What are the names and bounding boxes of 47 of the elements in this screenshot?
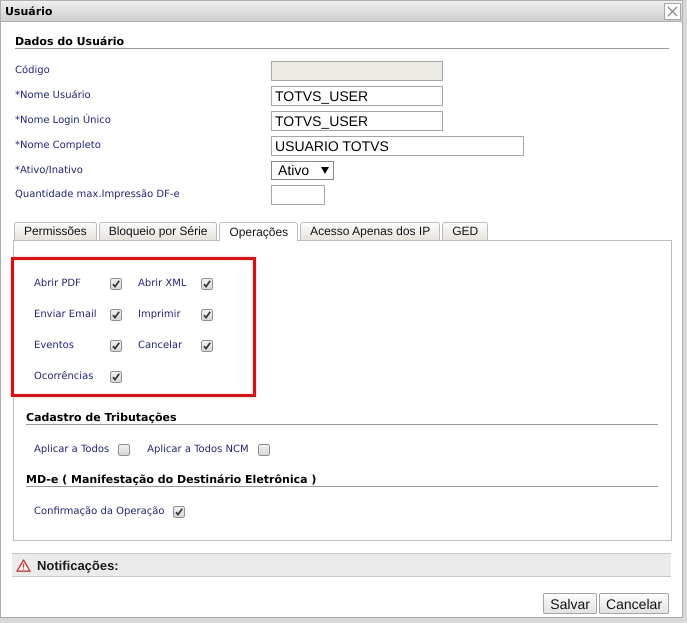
checkbox-label: Abrir XML [138,278,186,290]
section-heading: MD-e ( Manifestação do Destinário Eletrônica ) [26,473,658,487]
checkbox[interactable] [110,309,122,321]
field-label: *Nome Completo [15,140,101,152]
checkbox[interactable] [110,340,122,352]
checkbox-label: Aplicar a Todos [34,444,110,456]
tab[interactable]: GED [442,222,488,240]
checkbox[interactable] [201,309,213,321]
tab[interactable]: Permissões [14,222,97,240]
input-field[interactable]: USUARIO TOTVS [271,136,524,156]
close-button[interactable] [664,2,681,20]
window-title: Usuário [5,4,52,18]
checkbox[interactable] [173,506,186,518]
dialog-button[interactable]: Salvar [543,593,597,614]
dialog-button[interactable]: Cancelar [598,593,669,614]
field-label: *Nome Login Único [15,115,111,127]
checkbox-label: Confirmação da Operação [34,506,164,518]
checkbox-label: Aplicar a Todos NCM [147,444,249,456]
checkbox[interactable] [258,444,270,456]
checkbox-label: Imprimir [138,309,181,321]
checkbox-label: Enviar Email [34,309,97,321]
field-label: *Ativo/Inativo [15,164,83,176]
caret-icon [321,167,329,174]
field-label: *Nome Usuário [15,90,91,102]
close-icon [667,6,678,16]
checkbox-label: Cancelar [138,340,182,352]
section-heading: Cadastro de Tributações [26,411,658,425]
input-field[interactable]: TOTVS_USER [271,111,443,131]
input-field[interactable]: TOTVS_USER [271,86,443,106]
checkbox[interactable] [201,340,213,352]
checkbox[interactable] [110,278,122,290]
tab[interactable]: Operações [219,222,298,241]
checkbox-label: Ocorrências [34,371,94,383]
field-label: Quantidade max.Impressão DF-e [15,189,180,201]
checkbox[interactable] [110,371,122,383]
input-field[interactable] [271,185,325,205]
notification-title: Notificações: [37,558,119,572]
status-dropdown[interactable]: Ativo [271,161,334,180]
field-label: Código [15,65,50,77]
checkbox-label: Abrir PDF [34,278,81,290]
checkbox-label: Eventos [34,340,74,352]
checkbox[interactable] [201,278,213,290]
section-heading: Dados do Usuário [15,35,669,49]
warning-icon [16,558,31,572]
tab[interactable]: Acesso Apenas dos IP [300,222,440,240]
checkbox[interactable] [118,444,130,456]
tab[interactable]: Bloqueio por Série [98,222,218,240]
